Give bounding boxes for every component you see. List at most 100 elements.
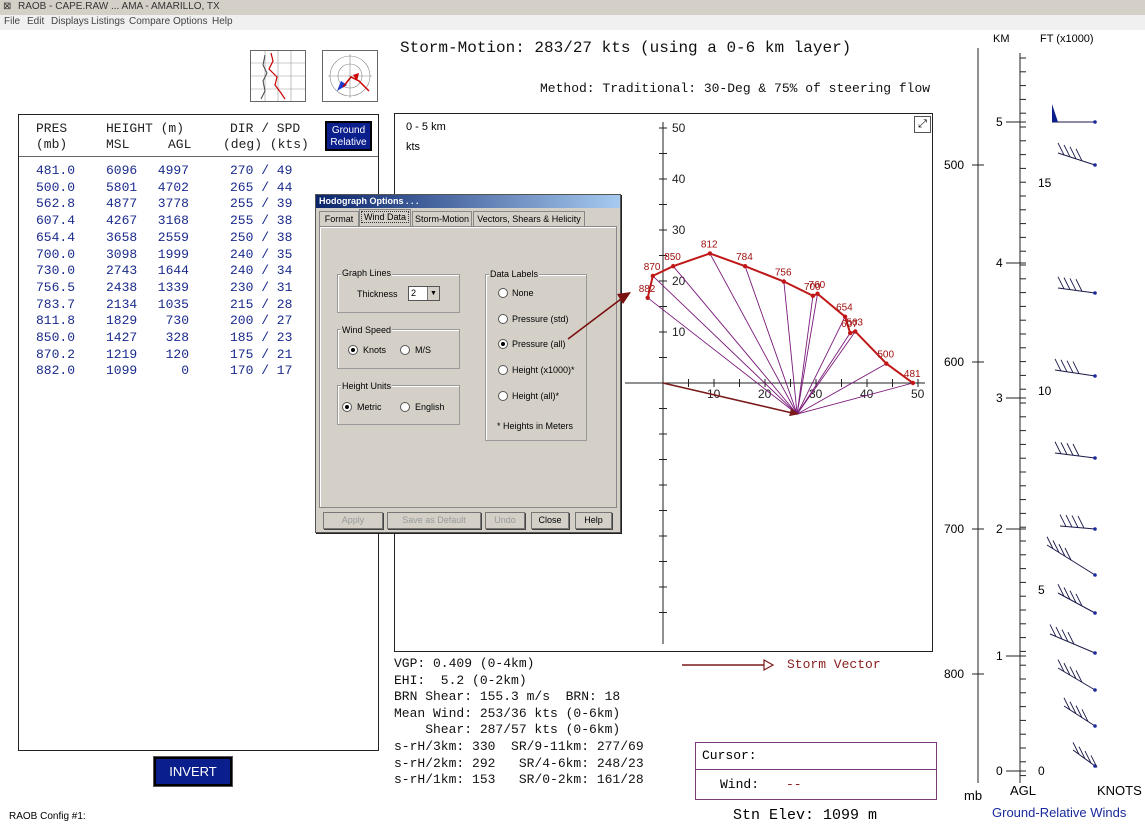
menu-edit[interactable]: Edit <box>27 16 44 27</box>
ground-relative-button[interactable]: Ground Relative <box>325 121 372 151</box>
none-radio[interactable] <box>498 288 508 298</box>
table-cell-wind: 185 / 23 <box>230 330 293 345</box>
close-button[interactable]: Close <box>531 512 569 529</box>
ground-relative-winds-chart: 500600700800543210151050 <box>944 48 1098 783</box>
y-tick-label: 10 <box>672 325 686 339</box>
table-cell-msl: 1829 <box>106 313 138 329</box>
pointer-arrow-icon <box>567 292 631 340</box>
hodograph-point-label: 760 <box>809 280 826 291</box>
menu-help[interactable]: Help <box>212 16 233 27</box>
pressure-all-radio[interactable] <box>498 339 508 349</box>
height-x1000-radio[interactable] <box>498 365 508 375</box>
hodograph-point-label: 850 <box>664 252 681 263</box>
metric-label: Metric <box>357 402 382 412</box>
invert-button[interactable]: INVERT <box>153 756 233 787</box>
wind-barb-feather <box>1069 278 1077 291</box>
tab-format[interactable]: Format <box>319 211 359 227</box>
wind-barb-dot <box>1093 688 1097 692</box>
english-radio[interactable] <box>400 402 410 412</box>
pres-header: PRES <box>36 121 68 136</box>
ms-label: M/S <box>415 345 432 355</box>
pressure-std-radio[interactable] <box>498 314 508 324</box>
hodograph-point-label: 500 <box>877 350 894 361</box>
table-cell-msl: 6096 <box>106 163 138 178</box>
graph-lines-group <box>337 274 460 313</box>
undo-button[interactable]: Undo <box>485 512 525 529</box>
metric-radio[interactable] <box>342 402 352 412</box>
table-cell-pres: 756.5 <box>36 279 76 295</box>
hodograph-point <box>671 264 676 269</box>
table-cell-wind: 250 / 38 <box>230 229 293 245</box>
wind-barb-staff <box>1063 705 1096 727</box>
table-cell-wind: 240 / 34 <box>230 263 293 279</box>
table-cell-wind: 230 / 31 <box>230 279 293 295</box>
menu-compare[interactable]: Compare <box>129 16 170 27</box>
table-cell-agl: 2559 <box>157 229 189 245</box>
tab-vectors-shears[interactable]: Vectors, Shears & Helicity <box>473 211 585 227</box>
mb-label: mb <box>964 788 983 803</box>
km-tick-label: 2 <box>996 522 1003 536</box>
storm-relative-line <box>796 331 856 415</box>
menu-displays[interactable]: Displays <box>51 16 89 27</box>
hodograph-point <box>650 273 655 279</box>
hodograph-point-label: 654 <box>836 303 853 314</box>
cursor-divider <box>696 769 936 770</box>
knots-radio[interactable] <box>348 345 358 355</box>
table-cell-msl: 4267 <box>106 213 138 229</box>
window-title: RAOB - CAPE.RAW ... AMA - AMARILLO, TX <box>18 1 220 12</box>
table-cell-wind: 175 / 21 <box>230 346 293 362</box>
height-all-label: Height (all)* <box>512 391 560 401</box>
thickness-select[interactable]: 2 ▼ <box>408 286 440 301</box>
hodograph-point-label: 563 <box>846 317 863 328</box>
wind-barb-staff <box>1049 633 1096 654</box>
ft-tick-label: 5 <box>1038 583 1045 597</box>
thickness-label: Thickness <box>357 289 398 299</box>
menu-listings[interactable]: Listings <box>91 16 125 27</box>
hodograph-thumbnail-button[interactable] <box>322 50 378 102</box>
wind-barb-dot <box>1093 651 1097 655</box>
hodograph-thumbnail-icon <box>328 54 372 98</box>
stat-shear: Shear: 287/57 kts (0-6km) <box>394 722 621 737</box>
chevron-down-icon: ▼ <box>427 287 439 300</box>
wind-label: Wind: <box>720 777 760 792</box>
storm-vector-label: Storm Vector <box>787 657 881 672</box>
cursor-label: Cursor: <box>702 748 757 763</box>
tab-wind-data[interactable]: Wind Data <box>359 209 411 227</box>
msl-header: MSL <box>106 137 130 152</box>
hodograph-point-label: 756 <box>775 268 792 279</box>
none-label: None <box>512 288 534 298</box>
skewt-thumbnail-icon <box>251 51 305 101</box>
menu-options[interactable]: Options <box>173 16 207 27</box>
ft-axis-label: FT (x1000) <box>1040 33 1094 45</box>
mb-tick-label: 800 <box>944 667 964 681</box>
stat-vgp: VGP: 0.409 (0-4km) <box>394 656 535 671</box>
table-cell-agl: 4702 <box>157 179 189 195</box>
table-cell-agl: 4997 <box>157 163 189 178</box>
skewt-thumbnail-button[interactable] <box>250 50 306 102</box>
hodograph-point-label: 481 <box>904 369 921 380</box>
menu-file[interactable]: File <box>4 16 20 27</box>
save-as-default-button[interactable]: Save as Default <box>387 512 481 529</box>
pressure-std-label: Pressure (std) <box>512 314 569 324</box>
wind-barb-dot <box>1093 573 1097 577</box>
table-cell-pres: 562.8 <box>36 196 76 212</box>
pressure-all-label: Pressure (all) <box>512 339 566 349</box>
wind-barb-feather <box>1072 361 1080 374</box>
wind-barb-pennant <box>1052 104 1058 122</box>
ft-tick-label: 15 <box>1038 176 1052 190</box>
wind-barb-feather <box>1072 443 1080 457</box>
table-cell-wind: 270 / 49 <box>230 163 293 178</box>
header-divider <box>19 156 378 157</box>
hodograph-options-dialog: Hodograph Options . . . Format Wind Data… <box>315 194 621 533</box>
tab-storm-motion[interactable]: Storm-Motion <box>412 211 472 227</box>
table-cell-agl: 1339 <box>157 279 189 295</box>
hodograph-point <box>742 264 748 269</box>
table-cell-agl: 3168 <box>157 213 189 229</box>
hodograph-point <box>815 291 820 296</box>
ms-radio[interactable] <box>400 345 410 355</box>
height-all-radio[interactable] <box>498 391 508 401</box>
table-cell-pres: 481.0 <box>36 163 76 178</box>
help-button[interactable]: Help <box>575 512 612 529</box>
apply-button[interactable]: Apply <box>323 512 383 529</box>
wind-barb-feather <box>1060 442 1068 455</box>
